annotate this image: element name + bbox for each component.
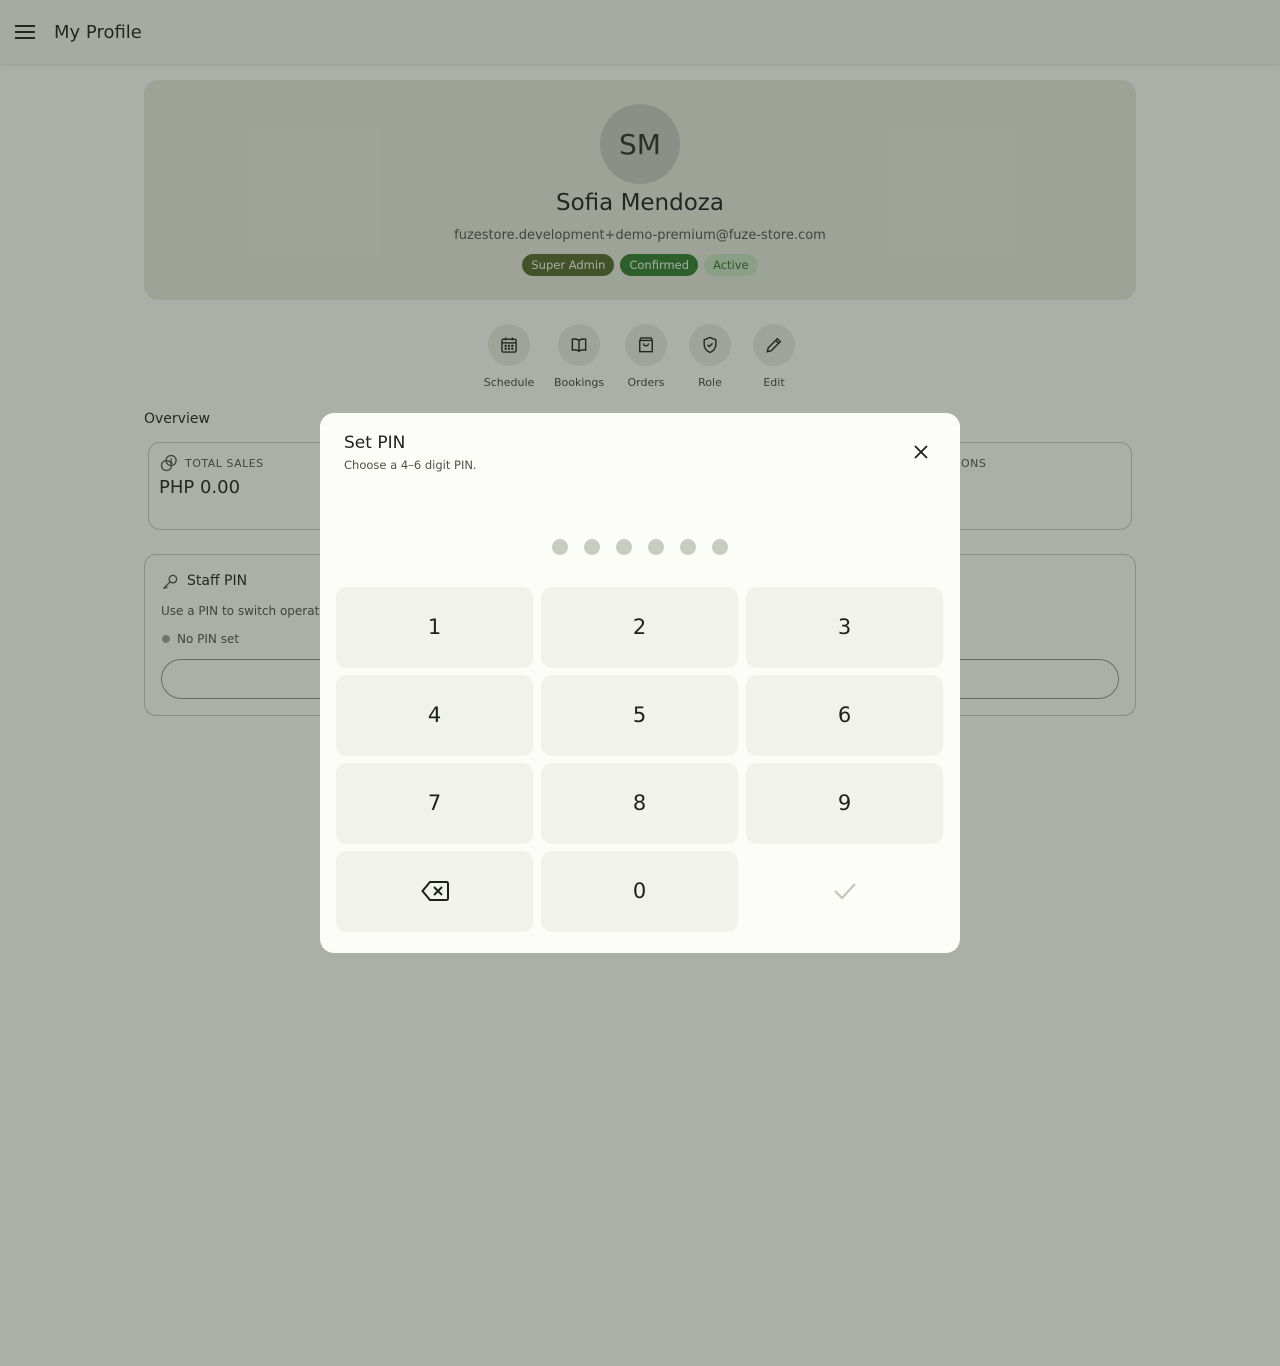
key-7[interactable]: 7 <box>336 763 533 843</box>
dialog-subtitle: Choose a 4–6 digit PIN. <box>344 458 477 472</box>
pin-dot <box>648 539 664 555</box>
backspace-key[interactable] <box>336 851 533 931</box>
pin-dots <box>552 539 728 555</box>
pin-dot <box>584 539 600 555</box>
key-3[interactable]: 3 <box>746 587 943 667</box>
set-pin-dialog: Set PIN Choose a 4–6 digit PIN. 1 2 3 4 … <box>320 413 960 953</box>
check-icon <box>833 883 856 900</box>
dialog-title: Set PIN <box>344 433 406 453</box>
backspace-icon <box>420 881 449 901</box>
pin-dot <box>616 539 632 555</box>
key-5[interactable]: 5 <box>541 675 738 755</box>
pin-dot <box>680 539 696 555</box>
key-2[interactable]: 2 <box>541 587 738 667</box>
key-1[interactable]: 1 <box>336 587 533 667</box>
pin-dot <box>712 539 728 555</box>
key-8[interactable]: 8 <box>541 763 738 843</box>
key-9[interactable]: 9 <box>746 763 943 843</box>
key-4[interactable]: 4 <box>336 675 533 755</box>
close-icon <box>914 445 928 459</box>
key-0[interactable]: 0 <box>541 851 738 931</box>
pin-dot <box>552 539 568 555</box>
close-button[interactable] <box>905 436 937 468</box>
pin-keypad: 1 2 3 4 5 6 7 8 9 0 <box>336 587 944 931</box>
key-6[interactable]: 6 <box>746 675 943 755</box>
confirm-key[interactable] <box>746 851 943 931</box>
